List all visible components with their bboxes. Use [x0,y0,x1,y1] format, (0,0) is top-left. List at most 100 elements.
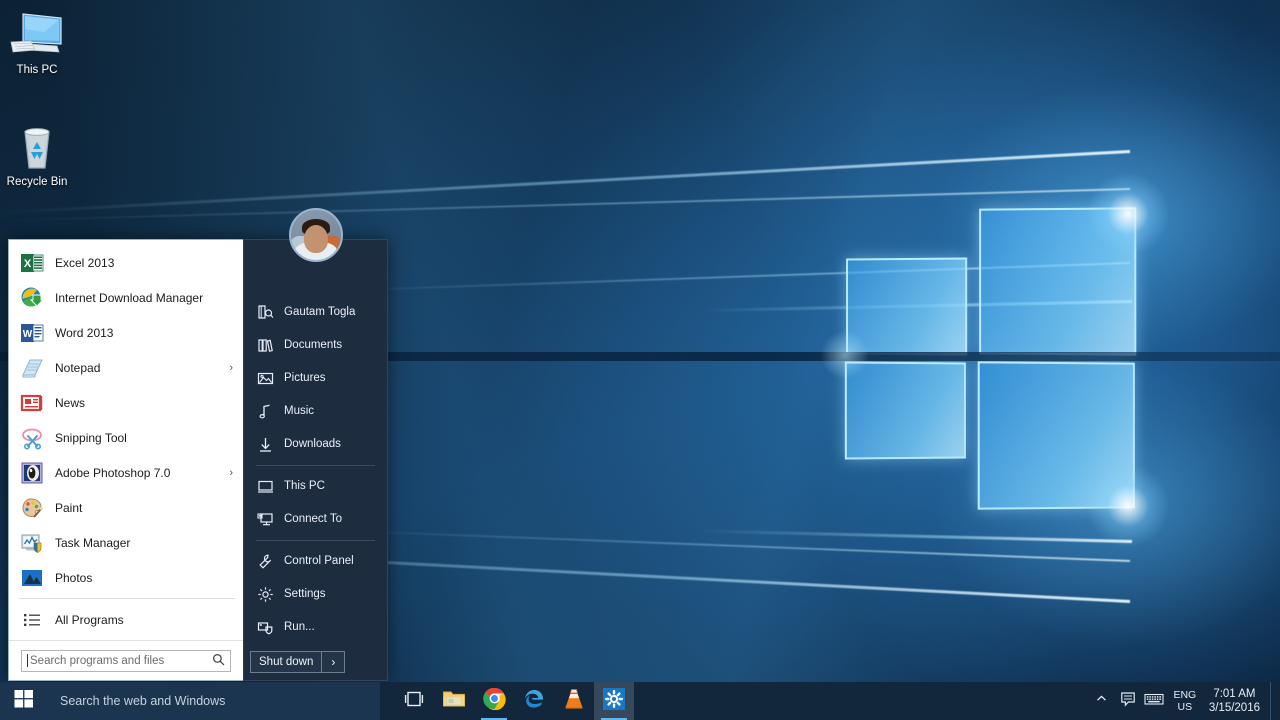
place-label: Connect To [284,513,342,526]
show-desktop-button[interactable] [1270,682,1276,720]
recycle-bin-icon [0,122,74,172]
show-hidden-icons-button[interactable] [1089,682,1115,720]
start-menu[interactable]: X Excel 2013 Internet Download Manager W… [8,208,388,681]
language-line-1: ENG [1173,689,1197,701]
taskbar-pinned-icons [394,682,634,720]
program-label: News [55,395,86,410]
run-icon [256,618,274,636]
start-program-notepad[interactable]: Notepad › [9,350,243,385]
places-divider [256,464,375,466]
program-list: X Excel 2013 Internet Download Manager W… [9,240,243,640]
shut-down-label: Shut down [259,655,314,668]
search-placeholder: Search programs and files [30,654,165,667]
keyboard-button[interactable] [1141,682,1167,720]
start-all-programs[interactable]: All Programs [9,602,243,637]
program-label: Paint [55,500,83,515]
desktop-icon-this-pc[interactable]: This PC [0,10,74,77]
submenu-arrow-icon: › [229,466,233,479]
news-icon [19,390,45,416]
avatar[interactable] [288,208,343,262]
language-indicator[interactable]: ENG US [1167,689,1203,713]
place-label: Control Panel [284,555,354,568]
start-places-list: Gautam Togla Documents Pictures Music Do… [244,290,387,644]
action-center-icon [1120,691,1136,712]
start-button[interactable] [0,682,48,720]
photoshop-icon [19,460,45,486]
music-icon [256,402,274,420]
place-label: Downloads [284,438,341,451]
notepad-icon [19,355,45,381]
start-program-news[interactable]: News [9,385,243,420]
start-program-photos[interactable]: Photos [9,560,243,595]
places-divider [256,539,375,541]
task-view-icon [403,689,425,714]
desktop-icon-label: Recycle Bin [6,176,68,188]
desktop-icon-label: This PC [16,64,58,76]
start-program-excel[interactable]: X Excel 2013 [9,245,243,280]
start-program-paint[interactable]: Paint [9,490,243,525]
start-place-connect-to[interactable]: Connect To [244,503,387,536]
word-icon: W [19,320,45,346]
place-label: Gautam Togla [284,306,356,319]
taskbar-chrome[interactable] [474,682,514,720]
start-place-music[interactable]: Music [244,395,387,428]
program-label: Word 2013 [55,325,114,340]
start-place-downloads[interactable]: Downloads [244,428,387,461]
paint-icon [19,495,45,521]
submenu-arrow-icon: › [229,361,233,374]
all-programs-icon [19,607,45,633]
taskbar-settings[interactable] [594,682,634,720]
start-program-snipping-tool[interactable]: Snipping Tool [9,420,243,455]
snipping-tool-icon [19,425,45,451]
settings-gear-icon [602,687,626,716]
chevron-up-icon [1095,692,1108,710]
taskbar-file-explorer[interactable] [434,682,474,720]
place-label: This PC [284,480,325,493]
start-place-control-panel[interactable]: Control Panel [244,545,387,578]
taskbar-search-box[interactable]: Search the web and Windows [48,682,380,720]
pictures-icon [256,369,274,387]
chrome-icon [482,687,506,715]
action-center-button[interactable] [1115,682,1141,720]
start-program-word[interactable]: W Word 2013 [9,315,243,350]
place-label: Music [284,405,315,418]
start-place-documents[interactable]: Documents [244,329,387,362]
place-label: Settings [284,588,326,601]
start-place-settings[interactable]: Settings [244,578,387,611]
file-explorer-icon [442,688,466,715]
start-program-idm[interactable]: Internet Download Manager [9,280,243,315]
taskbar-edge[interactable] [514,682,554,720]
taskbar-vlc[interactable] [554,682,594,720]
control-panel-icon [256,552,274,570]
avatar-detail [303,225,328,253]
shut-down-button[interactable]: Shut down › [250,650,346,673]
program-label: Photos [55,570,93,585]
start-program-photoshop[interactable]: Adobe Photoshop 7.0 › [9,455,243,490]
program-list-divider [19,598,235,599]
svg-text:X: X [24,258,32,270]
downloads-icon [256,435,274,453]
svg-text:W: W [23,329,33,340]
start-place-run[interactable]: Run... [244,611,387,644]
start-place-pictures[interactable]: Pictures [244,362,387,395]
clock[interactable]: 7:01 AM 3/15/2016 [1203,687,1270,715]
taskbar-task-view[interactable] [394,682,434,720]
start-menu-left-panel: X Excel 2013 Internet Download Manager W… [8,239,243,681]
text-caret [27,654,28,667]
connect-to-icon [256,510,274,528]
excel-icon: X [19,250,45,276]
chevron-right-icon[interactable]: › [322,655,344,669]
all-programs-label: All Programs [55,612,124,627]
program-label: Task Manager [55,535,131,550]
windows-logo-icon [14,689,34,714]
magnifier-icon [212,653,225,669]
start-program-task-manager[interactable]: Task Manager [9,525,243,560]
start-place-user[interactable]: Gautam Togla [244,296,387,329]
system-tray: ENG US 7:01 AM 3/15/2016 [1089,682,1280,720]
search-input[interactable]: Search programs and files [21,649,231,672]
taskbar: Search the web and Windows ENG US 7:01 A… [0,682,1280,720]
program-label: Excel 2013 [55,255,115,270]
desktop-icon-recycle-bin[interactable]: Recycle Bin [0,122,74,189]
keyboard-icon [1144,692,1164,711]
start-place-this-pc[interactable]: This PC [244,470,387,503]
